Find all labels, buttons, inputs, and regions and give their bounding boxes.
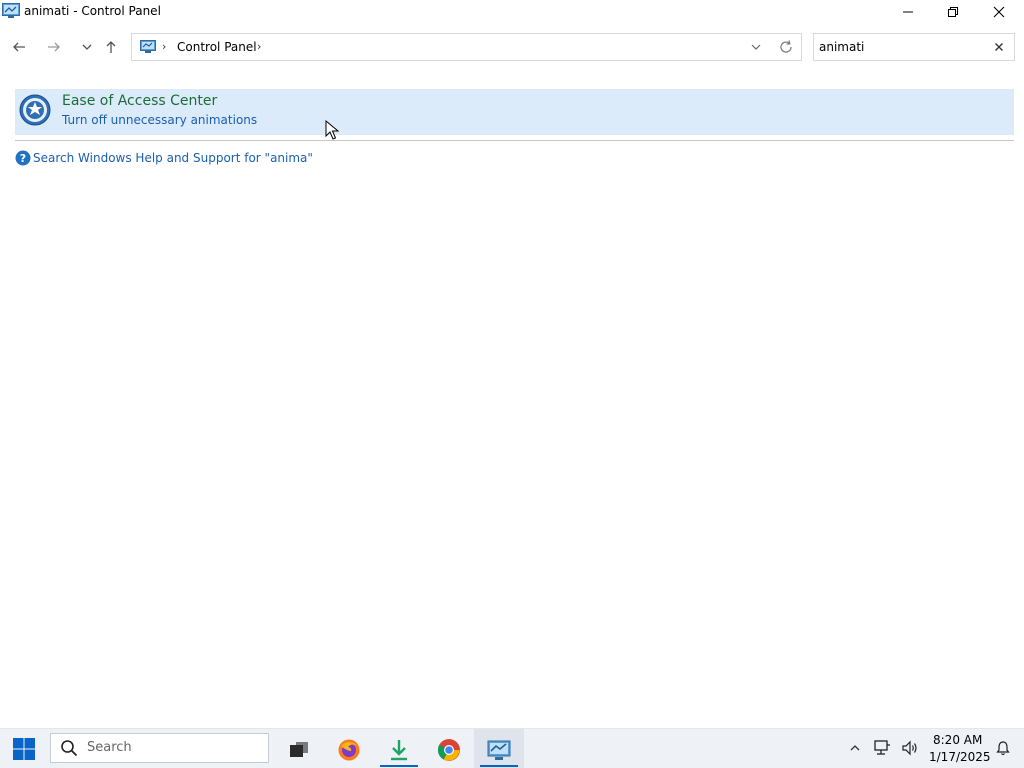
chevron-down-icon	[82, 44, 92, 50]
address-bar[interactable]: › Control Panel ›	[131, 33, 802, 61]
chrome-icon	[438, 739, 460, 761]
minimize-button[interactable]	[885, 0, 931, 24]
firefox-taskbar-button[interactable]	[330, 733, 368, 767]
network-icon[interactable]	[873, 739, 891, 757]
up-button[interactable]	[100, 36, 122, 58]
clear-icon[interactable]	[992, 40, 1006, 54]
volume-icon[interactable]	[901, 739, 919, 757]
breadcrumb-separator[interactable]: ›	[162, 40, 166, 53]
recent-locations-button[interactable]	[76, 36, 98, 58]
help-search-link[interactable]: Search Windows Help and Support for "ani…	[33, 151, 313, 165]
downloads-taskbar-button[interactable]	[380, 733, 418, 767]
close-button[interactable]	[976, 0, 1022, 24]
control-panel-icon	[140, 40, 156, 53]
arrow-left-icon	[13, 42, 25, 52]
chevron-down-icon[interactable]	[749, 40, 763, 54]
divider	[15, 140, 1014, 141]
mouse-cursor-icon	[325, 120, 339, 140]
ease-of-access-icon	[19, 94, 51, 126]
control-panel-icon	[2, 3, 20, 18]
chevron-up-icon[interactable]	[848, 741, 862, 755]
forward-button[interactable]	[43, 36, 65, 58]
search-input[interactable]	[819, 38, 989, 56]
arrow-right-icon	[48, 42, 60, 52]
help-icon: ?	[15, 150, 31, 166]
notification-bell-icon[interactable]	[995, 740, 1011, 756]
taskbar-search-box[interactable]: Search	[50, 733, 269, 763]
windows-start-icon[interactable]	[12, 737, 36, 761]
firefox-icon	[338, 739, 360, 761]
clock-date[interactable]: 1/17/2025	[929, 750, 991, 764]
task-view-icon	[290, 742, 308, 757]
window-title: animati - Control Panel	[24, 4, 161, 18]
search-icon	[61, 740, 78, 757]
chrome-taskbar-button[interactable]	[430, 733, 468, 767]
back-button[interactable]	[8, 36, 30, 58]
result-title[interactable]: Ease of Access Center	[62, 93, 217, 109]
control-panel-taskbar-button[interactable]	[480, 733, 518, 767]
download-icon	[391, 740, 407, 761]
result-task-link[interactable]: Turn off unnecessary animations	[62, 113, 257, 127]
clock-time[interactable]: 8:20 AM	[933, 733, 982, 747]
minimize-icon	[903, 11, 913, 13]
restore-icon	[948, 7, 958, 17]
close-icon	[993, 6, 1005, 18]
restore-button[interactable]	[930, 0, 976, 24]
result-item[interactable]: Ease of Access Center Turn off unnecessa…	[15, 89, 1014, 135]
breadcrumb-separator[interactable]: ›	[257, 40, 261, 53]
active-indicator	[480, 765, 518, 767]
svg-text:?: ?	[20, 152, 26, 165]
arrow-up-icon	[106, 41, 116, 53]
breadcrumb-control-panel[interactable]: Control Panel	[177, 40, 257, 54]
active-indicator	[380, 765, 418, 767]
task-view-button[interactable]	[280, 733, 318, 767]
control-panel-icon	[487, 740, 511, 760]
search-box[interactable]	[813, 33, 1015, 61]
refresh-icon[interactable]	[778, 39, 794, 55]
taskbar-search-placeholder[interactable]: Search	[87, 740, 132, 755]
